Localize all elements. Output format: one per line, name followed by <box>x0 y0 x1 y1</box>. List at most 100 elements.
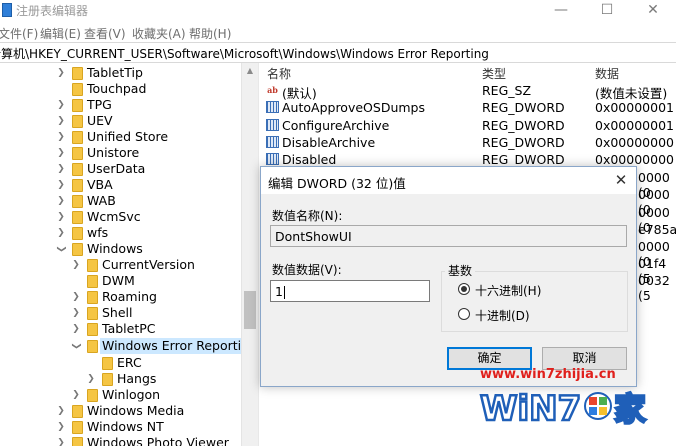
expand-chevron-icon[interactable]: ❯ <box>56 226 66 240</box>
tree-node-label: VBA <box>87 177 113 192</box>
tree-node-windows-media[interactable]: ❯ Windows Media <box>0 403 240 419</box>
value-type: REG_DWORD <box>482 135 565 150</box>
tree-node-dwm[interactable]: DWM <box>0 273 240 289</box>
address-bar[interactable]: 计算机\HKEY_CURRENT_USER\Software\Microsoft… <box>0 42 676 63</box>
tree-node-label: Hangs <box>117 371 157 386</box>
value-name: DisableArchive <box>282 135 376 150</box>
logo-quad-green <box>599 397 607 405</box>
tree-node-roaming[interactable]: ❯ Roaming <box>0 289 240 305</box>
tree-node-shell[interactable]: ❯ Shell <box>0 305 240 321</box>
tree-node-wab[interactable]: ❯ WAB <box>0 193 240 209</box>
tree-node-tpg[interactable]: ❯ TPG <box>0 97 240 113</box>
logo-quad-blue <box>589 407 597 415</box>
column-header-name[interactable]: 名称 <box>267 65 291 82</box>
expand-chevron-icon[interactable]: ❯ <box>56 66 66 80</box>
dword-value-icon <box>266 136 279 148</box>
value-row[interactable]: DisableArchive REG_DWORD 0x00000000 (0 <box>262 134 676 151</box>
tree-node-hangs[interactable]: ❯ Hangs <box>0 371 240 387</box>
close-button[interactable]: ✕ <box>630 0 676 22</box>
expand-chevron-icon[interactable]: ❯ <box>56 98 66 112</box>
tree-vertical-scrollbar[interactable]: ▲ <box>241 63 258 446</box>
expand-chevron-icon[interactable]: ❯ <box>71 258 81 272</box>
tree-node-windows-nt[interactable]: ❯ Windows NT <box>0 419 240 435</box>
expand-chevron-icon[interactable]: ❯ <box>56 114 66 128</box>
scroll-thumb[interactable] <box>244 291 256 329</box>
tree-node-tabletpc[interactable]: ❯ TabletPC <box>0 321 240 337</box>
expand-chevron-icon[interactable]: ❯ <box>71 388 81 402</box>
expand-chevron-icon[interactable]: ❯ <box>56 420 66 434</box>
tree-node-tablettip[interactable]: ❯ TabletTip <box>0 65 240 81</box>
scroll-up-arrow-icon[interactable]: ▲ <box>242 63 258 79</box>
column-header-data[interactable]: 数据 <box>595 65 619 82</box>
expand-chevron-icon[interactable]: ❯ <box>56 178 66 192</box>
edit-dword-dialog: 编辑 DWORD (32 位)值 ✕ 数值名称(N): DontShowUI 数… <box>260 166 637 387</box>
expand-chevron-icon[interactable]: ❯ <box>56 146 66 160</box>
folder-icon <box>72 147 83 160</box>
minimize-button[interactable]: — <box>538 0 584 22</box>
tree-node-wfs[interactable]: ❯ wfs <box>0 225 240 241</box>
tree-node-erc[interactable]: ERC <box>0 355 240 371</box>
dialog-close-button[interactable]: ✕ <box>610 170 632 192</box>
value-data-label: 数值数据(V): <box>272 263 342 277</box>
tree-node-windows[interactable]: ❯ Windows <box>0 241 240 257</box>
expand-chevron-icon[interactable]: ❯ <box>86 372 96 386</box>
tree-node-vba[interactable]: ❯ VBA <box>0 177 240 193</box>
value-name: AutoApproveOSDumps <box>282 100 425 115</box>
expand-chevron-icon[interactable]: ❯ <box>56 130 66 144</box>
hex-radio-label[interactable]: 十六进制(H) <box>475 282 541 299</box>
value-row[interactable]: ConfigureArchive REG_DWORD 0x00000001 (1 <box>262 117 676 134</box>
address-path[interactable]: 计算机\HKEY_CURRENT_USER\Software\Microsoft… <box>0 45 489 62</box>
value-data: 0x00000000 (0 <box>595 152 676 167</box>
menu-favorites[interactable]: 收藏夹(A) <box>132 25 186 42</box>
tree-node-touchpad[interactable]: Touchpad <box>0 81 240 97</box>
expand-chevron-icon[interactable]: ❯ <box>71 306 81 320</box>
folder-icon <box>72 163 83 176</box>
tree-node-windows-error-reporting[interactable]: ❯ Windows Error Reporting <box>0 338 258 354</box>
folder-icon <box>87 389 98 402</box>
tree-node-uev[interactable]: ❯ UEV <box>0 113 240 129</box>
collapse-chevron-icon[interactable]: ❯ <box>69 341 83 351</box>
registry-key-tree: ❯ TabletTip Touchpad ❯ TPG ❯ UEV ❯ Unifi… <box>0 63 258 446</box>
logo-globe-mark <box>584 392 612 420</box>
expand-chevron-icon[interactable]: ❯ <box>56 194 66 208</box>
collapse-chevron-icon[interactable]: ❯ <box>54 244 68 254</box>
tree-node-userdata[interactable]: ❯ UserData <box>0 161 240 177</box>
value-data-fragment: e785ac <box>638 222 676 237</box>
tree-node-label: Unified Store <box>87 129 169 144</box>
menu-file[interactable]: 文件(F) <box>0 25 38 42</box>
tree-node-currentversion[interactable]: ❯ CurrentVersion <box>0 257 240 273</box>
value-row[interactable]: AutoApproveOSDumps REG_DWORD 0x00000001 … <box>262 99 676 116</box>
tree-node-label: Windows Media <box>87 403 185 418</box>
menu-view[interactable]: 查看(V) <box>84 25 126 42</box>
tree-node-winlogon[interactable]: ❯ Winlogon <box>0 387 240 403</box>
menu-bar: 文件(F) 编辑(E) 查看(V) 收藏夹(A) 帮助(H) <box>0 22 676 42</box>
value-row[interactable]: ab (默认) REG_SZ (数值未设置) <box>262 82 676 101</box>
folder-icon <box>87 291 98 304</box>
tree-node-unified-store[interactable]: ❯ Unified Store <box>0 129 240 145</box>
expand-chevron-icon[interactable]: ❯ <box>56 210 66 224</box>
expand-chevron-icon[interactable]: ❯ <box>56 404 66 418</box>
expand-chevron-icon[interactable]: ❯ <box>71 322 81 336</box>
dword-value-icon <box>266 101 279 113</box>
tree-node-label: TabletPC <box>102 321 156 336</box>
expand-chevron-icon[interactable]: ❯ <box>56 436 66 446</box>
tree-node-windows-photo-viewer[interactable]: ❯ Windows Photo Viewer <box>0 435 240 446</box>
expand-chevron-icon[interactable]: ❯ <box>71 290 81 304</box>
decimal-radio[interactable] <box>458 308 470 320</box>
folder-icon <box>72 83 83 96</box>
column-header-type[interactable]: 类型 <box>482 65 506 82</box>
value-data-input[interactable]: 1 <box>270 280 430 302</box>
hex-radio[interactable] <box>458 283 470 295</box>
menu-help[interactable]: 帮助(H) <box>189 25 231 42</box>
folder-icon <box>87 340 98 353</box>
maximize-button[interactable]: ☐ <box>584 0 630 22</box>
expand-chevron-icon[interactable]: ❯ <box>56 162 66 176</box>
folder-icon <box>72 243 83 256</box>
folder-icon <box>72 437 83 446</box>
dialog-title: 编辑 DWORD (32 位)值 <box>268 176 406 191</box>
folder-icon <box>72 115 83 128</box>
menu-edit[interactable]: 编辑(E) <box>40 25 81 42</box>
tree-node-unistore[interactable]: ❯ Unistore <box>0 145 240 161</box>
decimal-radio-label[interactable]: 十进制(D) <box>475 307 530 324</box>
tree-node-wcmsvc[interactable]: ❯ WcmSvc <box>0 209 240 225</box>
